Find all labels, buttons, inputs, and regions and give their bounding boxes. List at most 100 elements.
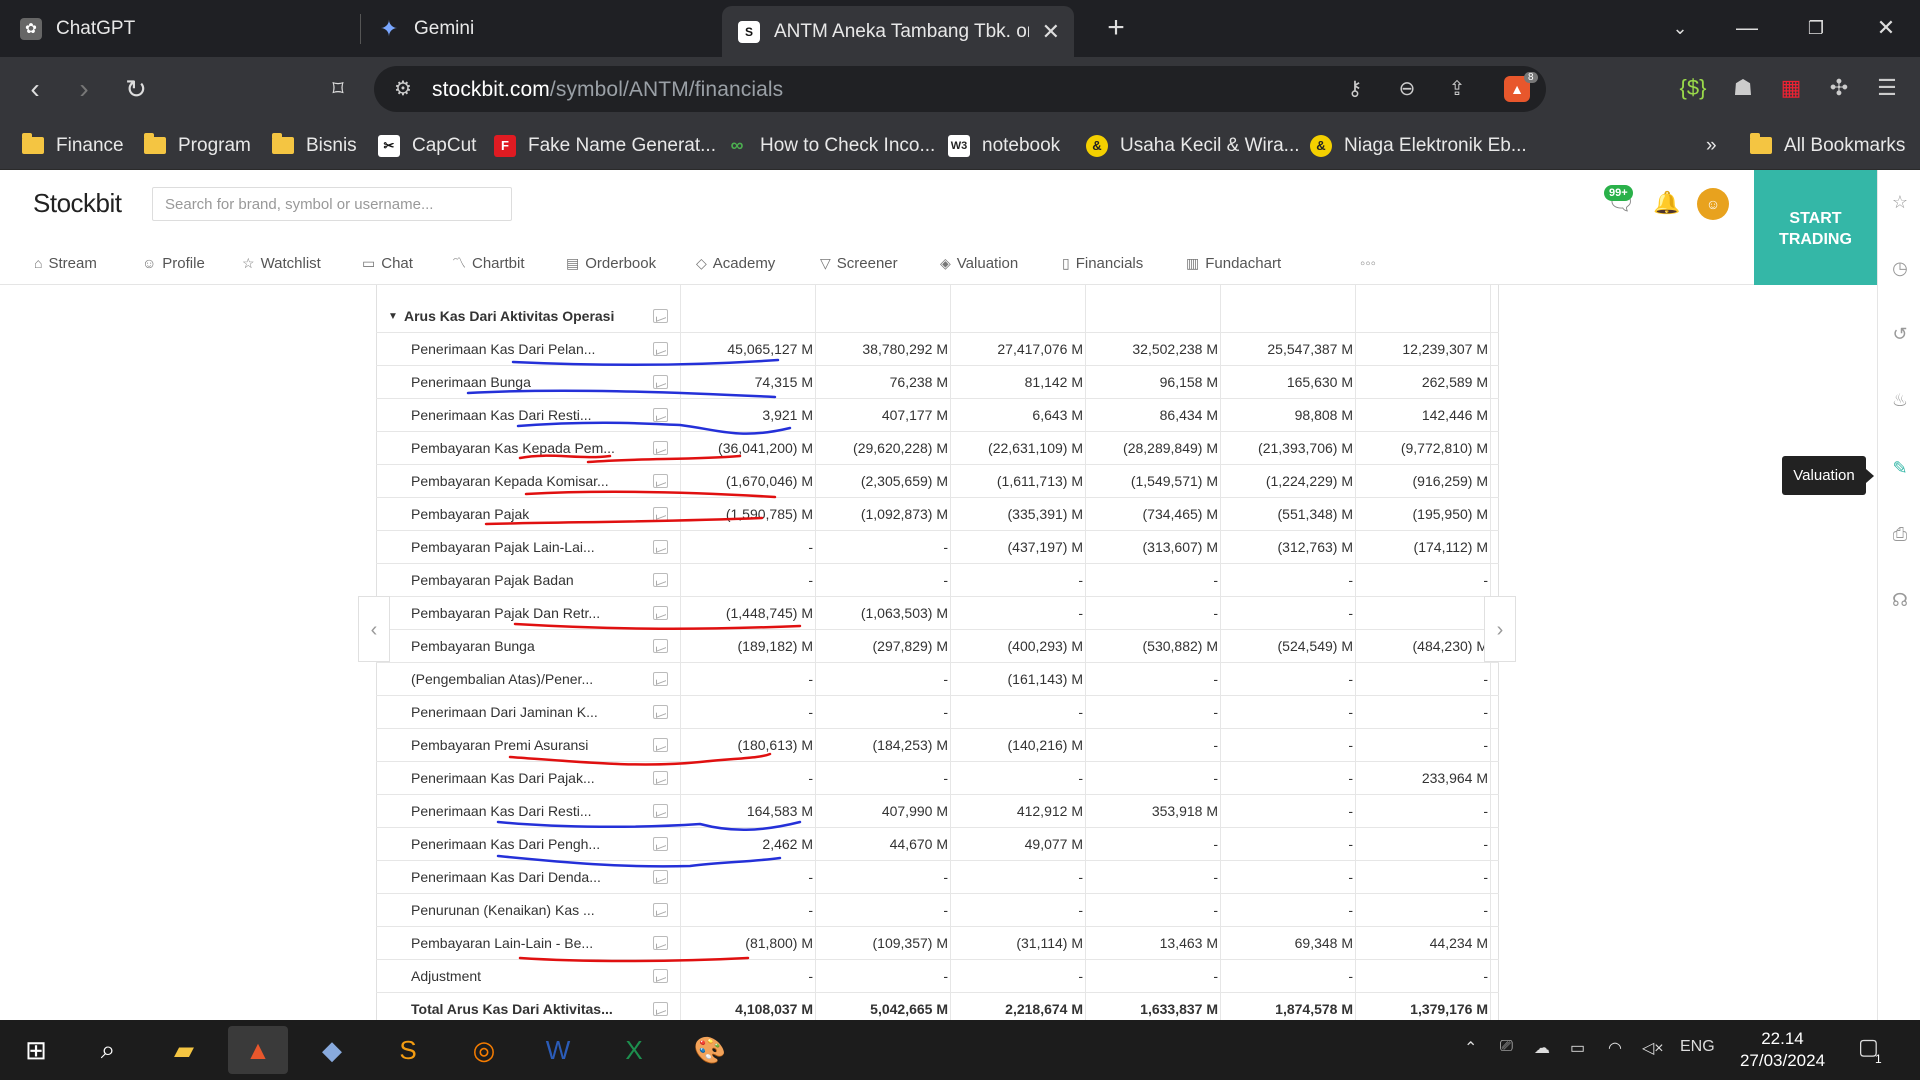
bookmark-bisnis[interactable]: Bisnis xyxy=(272,121,357,170)
row-label[interactable]: Pembayaran Pajak Badan xyxy=(411,564,574,597)
key-icon[interactable]: ⚷ xyxy=(1342,76,1368,102)
reload-icon[interactable]: ↻ xyxy=(116,69,156,109)
search-icon[interactable]: ⌕ xyxy=(78,1026,138,1074)
chart-toggle-icon[interactable] xyxy=(653,969,668,983)
row-label[interactable]: Pembayaran Pajak Dan Retr... xyxy=(411,597,600,630)
row-label[interactable]: Penerimaan Dari Jaminan K... xyxy=(411,696,598,729)
volume-icon[interactable]: ◁× xyxy=(1642,1038,1664,1058)
star-icon[interactable]: ☆ xyxy=(1888,192,1912,216)
menu-profile[interactable]: ☺ Profile xyxy=(142,242,205,284)
headset-icon[interactable]: ☊ xyxy=(1888,590,1912,614)
chart-toggle-icon[interactable] xyxy=(653,540,668,554)
menu-orderbook[interactable]: ▤ Orderbook xyxy=(566,242,656,284)
row-label[interactable]: (Pengembalian Atas)/Pener... xyxy=(411,663,593,696)
menu-watchlist[interactable]: ☆ Watchlist xyxy=(242,242,321,284)
row-label[interactable]: Penerimaan Kas Dari Pengh... xyxy=(411,828,600,861)
chart-toggle-icon[interactable] xyxy=(653,672,668,686)
extension-robot-icon[interactable]: ☗ xyxy=(1726,71,1760,105)
tab-chatgpt[interactable]: ✿ ChatGPT xyxy=(20,0,135,57)
chart-toggle-icon[interactable] xyxy=(653,804,668,818)
pdf-app-icon[interactable]: ◎ xyxy=(454,1026,514,1074)
forward-icon[interactable]: › xyxy=(64,69,104,109)
chart-toggle-icon[interactable] xyxy=(653,639,668,653)
tab-search-chevron-icon[interactable]: ⌄ xyxy=(1660,8,1700,48)
menu-financials[interactable]: ▯ Financials xyxy=(1062,242,1143,284)
bookmark-capcut[interactable]: ✂ CapCut xyxy=(378,121,476,170)
menu-screener[interactable]: ▽ Screener xyxy=(820,242,898,284)
row-label[interactable]: Penerimaan Kas Dari Resti... xyxy=(411,795,592,828)
chart-toggle-icon[interactable] xyxy=(653,771,668,785)
row-label[interactable]: Penerimaan Kas Dari Pelan... xyxy=(411,333,595,366)
row-label[interactable]: Pembayaran Lain-Lain - Be... xyxy=(411,927,593,960)
url-text[interactable]: stockbit.com/symbol/ANTM/financials xyxy=(432,78,783,102)
windows-start-icon[interactable]: ⊞ xyxy=(6,1026,66,1074)
chart-toggle-icon[interactable] xyxy=(653,738,668,752)
caret-down-icon[interactable]: ▼ xyxy=(388,300,398,333)
bookmark-icon[interactable]: ⌑ xyxy=(318,69,358,109)
row-label[interactable]: Penerimaan Kas Dari Pajak... xyxy=(411,762,595,795)
row-label[interactable]: Total Arus Kas Dari Aktivitas... xyxy=(411,993,613,1020)
chart-toggle-icon[interactable] xyxy=(653,474,668,488)
tab-antm-active[interactable]: S ANTM Aneka Tambang Tbk. on S ✕ xyxy=(722,6,1074,57)
address-bar[interactable]: ⚙ stockbit.com/symbol/ANTM/financials ⚷ … xyxy=(374,66,1546,112)
meet-icon[interactable]: ⎚ xyxy=(1500,1038,1513,1056)
search-input[interactable]: Search for brand, symbol or username... xyxy=(152,187,512,221)
row-label[interactable]: Penerimaan Kas Dari Denda... xyxy=(411,861,601,894)
avatar[interactable]: ☺ xyxy=(1697,188,1729,220)
sublime-icon[interactable]: S xyxy=(378,1026,438,1074)
printer-icon[interactable]: ⎙ xyxy=(1888,524,1912,548)
chart-toggle-icon[interactable] xyxy=(653,342,668,356)
pencil-icon[interactable]: ✎ xyxy=(1888,458,1912,482)
scroll-left-button[interactable]: ‹ xyxy=(358,596,390,662)
row-label[interactable]: Penerimaan Bunga xyxy=(411,366,531,399)
battery-icon[interactable]: ▭ xyxy=(1570,1038,1585,1058)
all-bookmarks[interactable]: All Bookmarks xyxy=(1750,121,1905,170)
bell-icon[interactable]: 🔔 xyxy=(1652,190,1682,220)
row-label[interactable]: Pembayaran Premi Asuransi xyxy=(411,729,588,762)
fire-icon[interactable]: ♨ xyxy=(1888,390,1912,414)
row-label[interactable]: Pembayaran Kepada Komisar... xyxy=(411,465,609,498)
menu-more[interactable]: ◦◦◦ xyxy=(1360,242,1376,284)
menu-chat[interactable]: ▭ Chat xyxy=(362,242,413,284)
excel-icon[interactable]: X xyxy=(604,1026,664,1074)
wifi-icon[interactable]: ◠ xyxy=(1608,1038,1622,1058)
language-indicator[interactable]: ENG xyxy=(1680,1038,1715,1056)
section-header-row[interactable]: ▼ Arus Kas Dari Aktivitas Operasi xyxy=(376,300,1499,333)
extension-bracket-icon[interactable]: {$} xyxy=(1676,71,1710,105)
start-trading-button[interactable]: START TRADING xyxy=(1754,170,1877,285)
row-label[interactable]: Pembayaran Pajak Lain-Lai... xyxy=(411,531,595,564)
close-window-icon[interactable]: ✕ xyxy=(1866,8,1906,48)
bookmark-usaha-kecil[interactable]: & Usaha Kecil & Wira... xyxy=(1086,121,1300,170)
bookmark-finance[interactable]: Finance xyxy=(22,121,124,170)
chart-toggle-icon[interactable] xyxy=(653,903,668,917)
history-icon[interactable]: ↺ xyxy=(1888,324,1912,348)
zoom-icon[interactable]: ⊖ xyxy=(1394,76,1420,102)
site-settings-icon[interactable]: ⚙ xyxy=(390,76,416,102)
share-icon[interactable]: ⇪ xyxy=(1444,76,1470,102)
menu-icon[interactable]: ☰ xyxy=(1870,71,1904,105)
chart-toggle-icon[interactable] xyxy=(653,606,668,620)
chart-toggle-icon[interactable] xyxy=(653,375,668,389)
stockbit-logo[interactable]: Stockbit xyxy=(33,188,122,219)
bookmark-niaga[interactable]: & Niaga Elektronik Eb... xyxy=(1310,121,1527,170)
chart-toggle-icon[interactable] xyxy=(653,507,668,521)
word-icon[interactable]: W xyxy=(528,1026,588,1074)
app-icon[interactable]: ◆ xyxy=(302,1026,362,1074)
bookmark-fake-name[interactable]: F Fake Name Generat... xyxy=(494,121,716,170)
close-tab-icon[interactable]: ✕ xyxy=(1042,19,1060,45)
tab-gemini[interactable]: ✦ Gemini xyxy=(378,0,474,57)
bookmarks-overflow-button[interactable]: » xyxy=(1706,121,1717,170)
tray-chevron-icon[interactable]: ⌃ xyxy=(1464,1038,1477,1058)
restore-icon[interactable]: ❐ xyxy=(1796,8,1836,48)
bookmark-program[interactable]: Program xyxy=(144,121,251,170)
menu-valuation[interactable]: ◈ Valuation xyxy=(940,242,1018,284)
menu-stream[interactable]: ⌂ Stream xyxy=(34,242,97,284)
alarm-icon[interactable]: ◷ xyxy=(1888,258,1912,282)
menu-chartbit[interactable]: 〽 Chartbit xyxy=(452,242,525,284)
row-label[interactable]: Pembayaran Bunga xyxy=(411,630,535,663)
scroll-right-button[interactable]: › xyxy=(1484,596,1516,662)
menu-fundachart[interactable]: ▥ Fundachart xyxy=(1186,242,1281,284)
row-label[interactable]: Penerimaan Kas Dari Resti... xyxy=(411,399,592,432)
extensions-puzzle-icon[interactable]: ✣ xyxy=(1822,71,1856,105)
chart-toggle-icon[interactable] xyxy=(653,870,668,884)
